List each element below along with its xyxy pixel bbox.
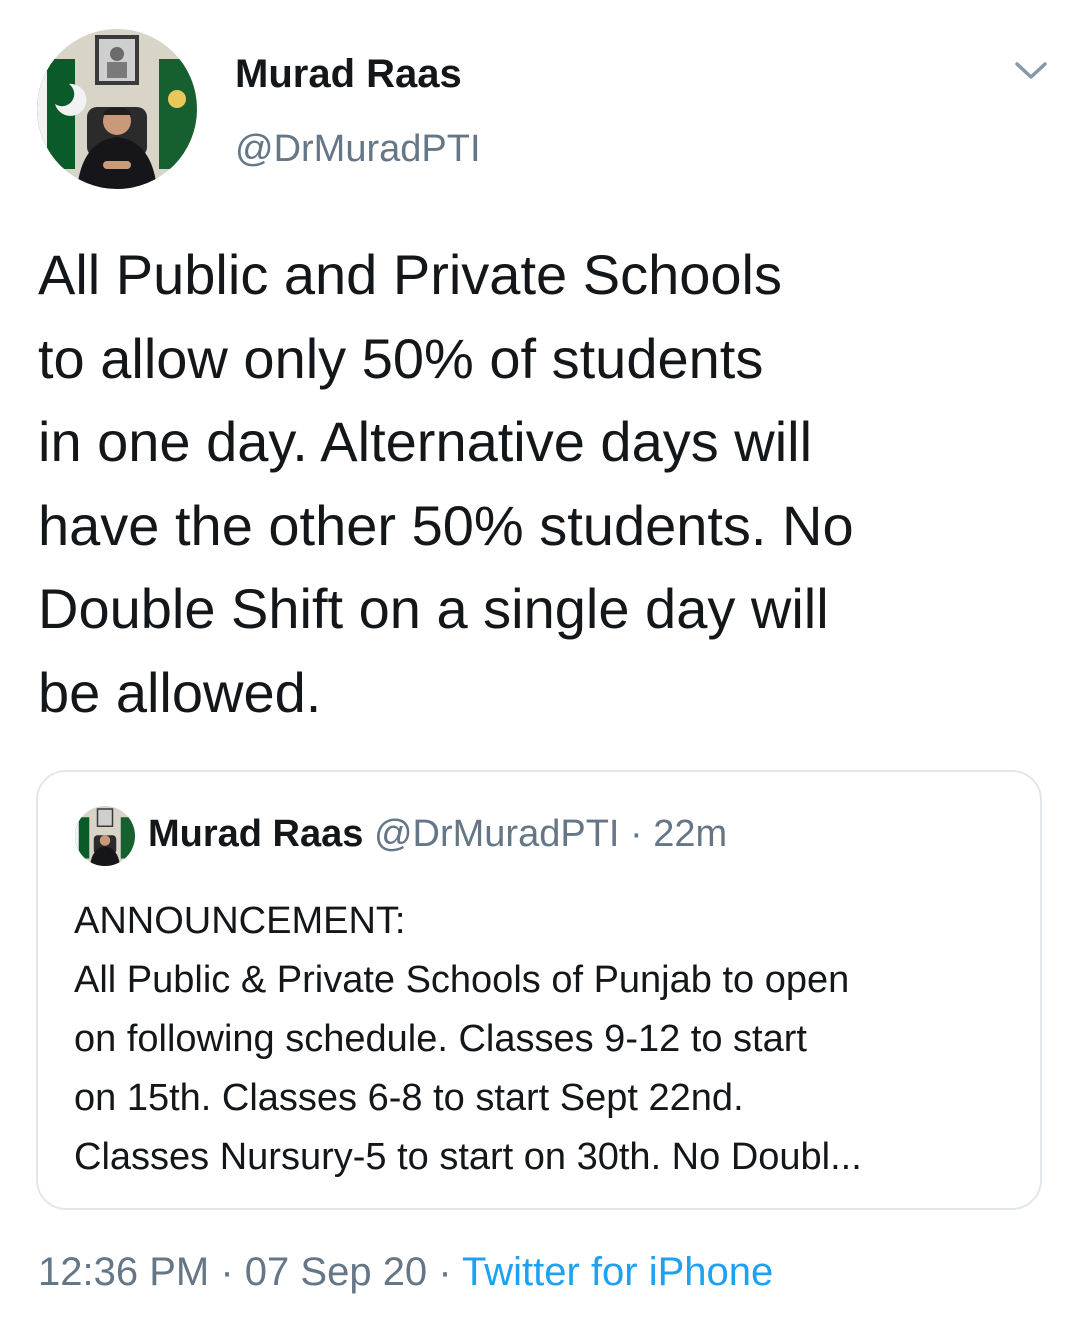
quoted-author-name[interactable]: Murad Raas <box>148 813 363 855</box>
quoted-tweet-header: Murad Raas @DrMuradPTI · 22m <box>148 810 727 858</box>
tweet-text-line: be allowed. <box>38 660 322 724</box>
quoted-author-handle[interactable]: @DrMuradPTI <box>374 813 620 855</box>
tweet-menu-button[interactable] <box>1011 55 1051 85</box>
tweet-text: All Public and Private Schools to allow … <box>38 233 1048 734</box>
quoted-text-line: on following schedule. Classes 9-12 to s… <box>74 1018 807 1060</box>
quoted-tweet-card[interactable]: Murad Raas @DrMuradPTI · 22m ANNOUNCEMEN… <box>36 770 1042 1210</box>
chevron-down-icon <box>1015 62 1047 79</box>
profile-photo-icon <box>37 29 197 189</box>
tweet-text-line: in one day. Alternative days will <box>38 410 813 473</box>
tweet-meta: 12:36 PM · 07 Sep 20 · Twitter for iPhon… <box>38 1247 773 1297</box>
quoted-text-line: Classes Nursury-5 to start on 30th. No D… <box>74 1136 862 1178</box>
quoted-author-avatar[interactable] <box>75 806 135 866</box>
tweet-text-line: All Public and Private Schools <box>38 243 782 306</box>
tweet-text-line: have the other 50% students. No <box>38 493 854 557</box>
tweet-text-line: Double Shift on a single day will <box>38 577 829 640</box>
quoted-text-line: ANNOUNCEMENT: <box>74 900 406 942</box>
tweet-source-link[interactable]: Twitter for iPhone <box>462 1250 773 1294</box>
tweet-text-line: to allow only 50% of students <box>38 326 764 390</box>
separator-dot: · <box>438 1250 452 1294</box>
author-name[interactable]: Murad Raas <box>235 50 462 98</box>
quoted-text-line: on 15th. Classes 6-8 to start Sept 22nd. <box>74 1077 744 1119</box>
author-handle[interactable]: @DrMuradPTI <box>235 126 481 172</box>
tweet-time[interactable]: 12:36 PM <box>38 1250 209 1294</box>
quoted-tweet-text: ANNOUNCEMENT: All Public & Private Schoo… <box>74 892 1034 1187</box>
quoted-text-line: All Public & Private Schools of Punjab t… <box>74 959 850 1001</box>
separator-dot: · <box>630 813 643 855</box>
separator-dot: · <box>220 1250 234 1294</box>
tweet-date[interactable]: 07 Sep 20 <box>245 1250 427 1294</box>
author-avatar[interactable] <box>37 29 197 189</box>
profile-photo-icon <box>75 806 135 866</box>
quoted-tweet-time[interactable]: 22m <box>653 813 727 855</box>
